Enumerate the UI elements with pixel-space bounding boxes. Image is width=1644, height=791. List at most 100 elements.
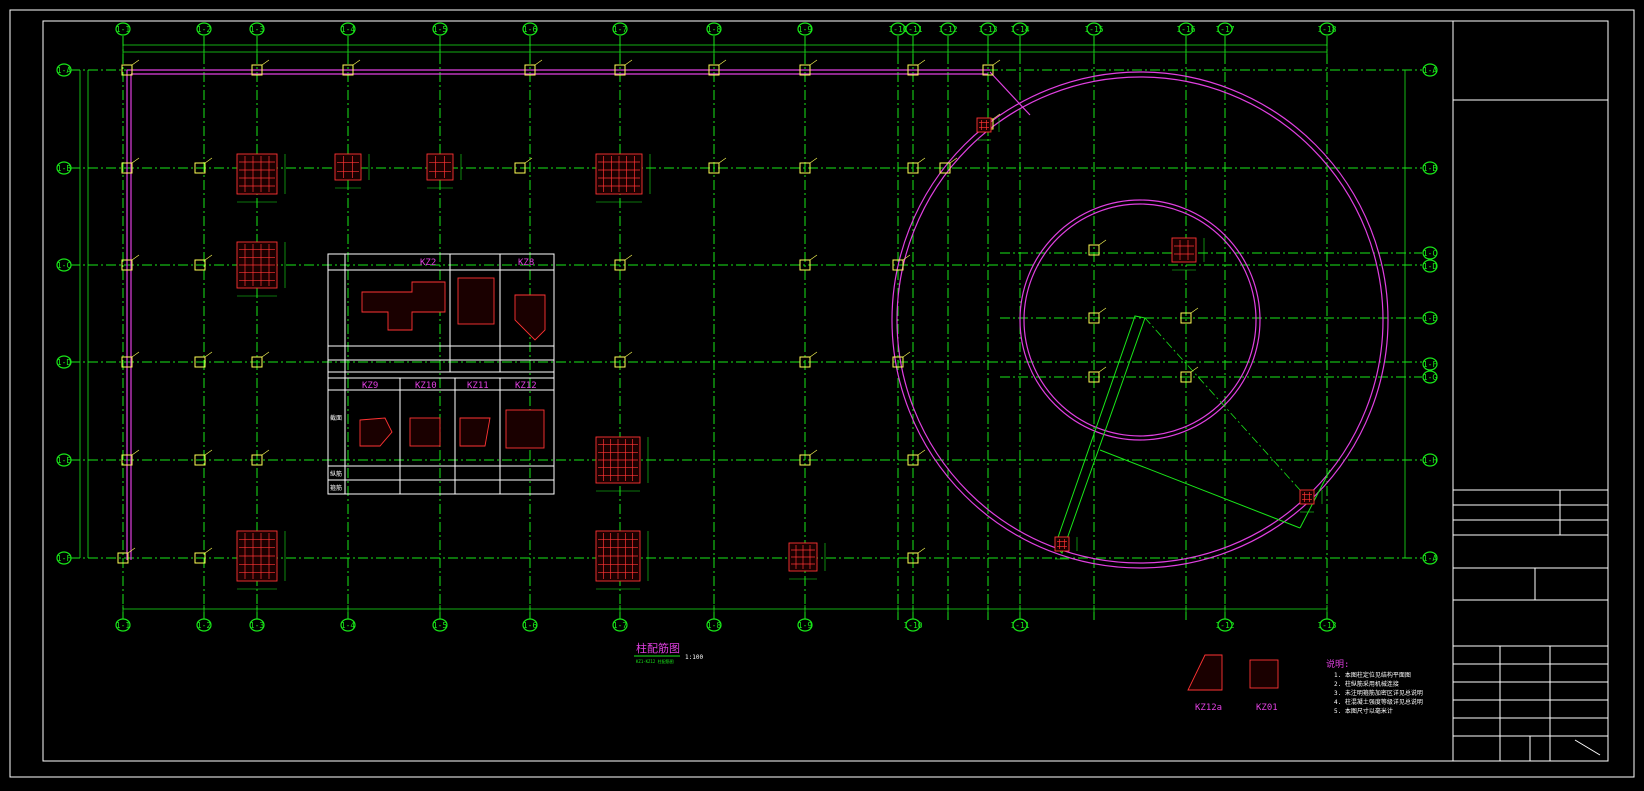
axis-bubble-bottom: 1-10 [903,618,923,632]
axis-bubble-label: 1-7 [613,621,628,630]
axis-bubble-bottom: 1-12 [1215,618,1235,632]
axis-bubble-top: 1-18 [1317,22,1337,36]
column-leader [809,59,818,66]
axis-bubble-label: 1-3 [250,621,265,630]
axis-bubble-right: 1-A [1422,63,1438,77]
axis-bubble-label: 1-B [57,164,72,173]
table-row-section: 截面 [330,414,342,422]
kz10-section [409,417,441,447]
axis-bubble-right: 1-D [1422,259,1438,273]
axis-bubble-top: 1-2 [196,22,212,36]
axis-bubble-label: 1-4 [341,621,356,630]
axis-bubble-label: 1-A [1423,554,1438,563]
detail-kz01: KZ01 [1249,659,1279,713]
note-item-1: 1. 本图柱定位见结构平面图 [1334,671,1411,679]
axis-bubble-left: 1-D [56,355,72,369]
axis-bubble-top: 1-16 [1176,22,1196,36]
axis-bubble-bottom: 1-8 [706,618,722,632]
axis-bubble-right: 1-E [1422,311,1438,325]
axis-bubble-label: 1-F [57,554,72,563]
column-section-outline [334,153,362,181]
column-section-outline [1299,489,1315,505]
axis-bubble-label: 1-2 [197,621,212,630]
axis-bubble-label: 1-4 [341,25,356,34]
column-section [236,153,286,203]
axis-bubble-bottom: 1-2 [196,618,212,632]
axis-bubble-bottom: 1-7 [612,618,628,632]
column-leader [352,59,361,66]
axis-bubble-left: 1-A [56,63,72,77]
axis-bubble-right: 1-C [1422,246,1438,260]
axis-bubble-label: 1-F [1423,360,1438,369]
axis-bubble-bottom: 1-13 [1317,618,1337,632]
title-block [1452,20,1609,762]
detail-label-kz12a: KZ12a [1195,703,1222,713]
axis-bubble-label: 1-18 [1317,25,1336,34]
axis-bubble-label: 1-11 [1010,621,1029,630]
column-leader [624,59,633,66]
column-leader [524,157,533,164]
column-leader [1190,366,1199,373]
axis-bubble-label: 1-1 [116,621,131,630]
axis-bubble-top: 1-12 [938,22,958,36]
column-section-outline [976,117,992,133]
drawing-title-block: 柱配筋图 1:100 KZ1-KZ12 柱配筋图 [634,641,703,664]
column-leader [809,157,818,164]
column-leader [917,547,926,554]
column-leader [131,254,140,261]
column-sections [236,117,1323,590]
axis-bubble-label: 1-H [1423,456,1438,465]
column-leader [534,59,543,66]
axis-bubble-label: 1-5 [433,25,448,34]
axis-bubble-label: 1-7 [613,25,628,34]
axis-bubble-top: 1-3 [249,22,265,36]
kz11-section [459,417,491,447]
column-leader [624,351,633,358]
column-leader [917,449,926,456]
axis-bubble-bottom: 1-11 [1010,618,1030,632]
cad-drawing: 1-1 1-2 1-3 1-4 1-5 1-6 1-7 1-8 1-9 1-10 1-11 1-12 1… [9,9,1635,778]
axis-bubble-label: 1-14 [1010,25,1029,34]
detail-kz12a: KZ12a [1187,654,1223,713]
axis-bubble-top: 1-5 [432,22,448,36]
axis-bubble-left: 1-B [56,161,72,175]
note-item-4: 4. 柱混凝土强度等级详见总说明 [1334,698,1423,706]
axis-bubble-top: 1-4 [340,22,356,36]
drawing-frame [42,20,1454,762]
axis-bubble-right: 1-F [1422,357,1438,371]
axis-bubble-top: 1-9 [797,22,813,36]
axis-bubble-label: 1-12 [938,25,957,34]
column-section [595,436,649,492]
note-item-5: 5. 本图尺寸以毫米计 [1334,707,1393,715]
column-leader [204,157,213,164]
axis-bubble-left: 1-C [56,258,72,272]
column-leader [261,59,270,66]
table-header-kz8: KZ8 [518,258,534,268]
column-section [595,530,649,590]
table-header-kz12: KZ12 [515,381,537,391]
column-leader [1098,366,1107,373]
axis-bubble-right: 1-G [1422,370,1438,384]
column-leader [204,254,213,261]
column-leader [261,351,270,358]
notes-block: 说明: 1. 本图柱定位见结构平面图 2. 柱纵筋采用机械连接 3. 未注明箍筋… [1326,658,1423,715]
axis-bubble-left: 1-E [56,453,72,467]
axis-bubble-right: 1-B [1422,161,1438,175]
axis-bubble-label: 1-6 [523,25,538,34]
axis-bubble-top: 1-17 [1215,22,1235,36]
kz8-section-a [457,277,495,325]
axis-bubble-label: 1-A [1423,66,1438,75]
column-section [595,153,651,203]
drawing-title-underline: KZ1-KZ12 柱配筋图 [636,658,674,664]
axis-bubble-label: 1-6 [523,621,538,630]
axis-bubble-label: 1-11 [903,25,922,34]
sheet-border [9,9,1635,778]
axis-bubble-label: 1-C [57,261,72,270]
axis-bubble-label: 1-8 [707,25,722,34]
column-leader [1190,307,1199,314]
column-leader [131,157,140,164]
table-header-kz10: KZ10 [415,381,437,391]
table-row-long-bar: 纵筋 [330,470,342,478]
column-leader [131,351,140,358]
column-leader [261,449,270,456]
